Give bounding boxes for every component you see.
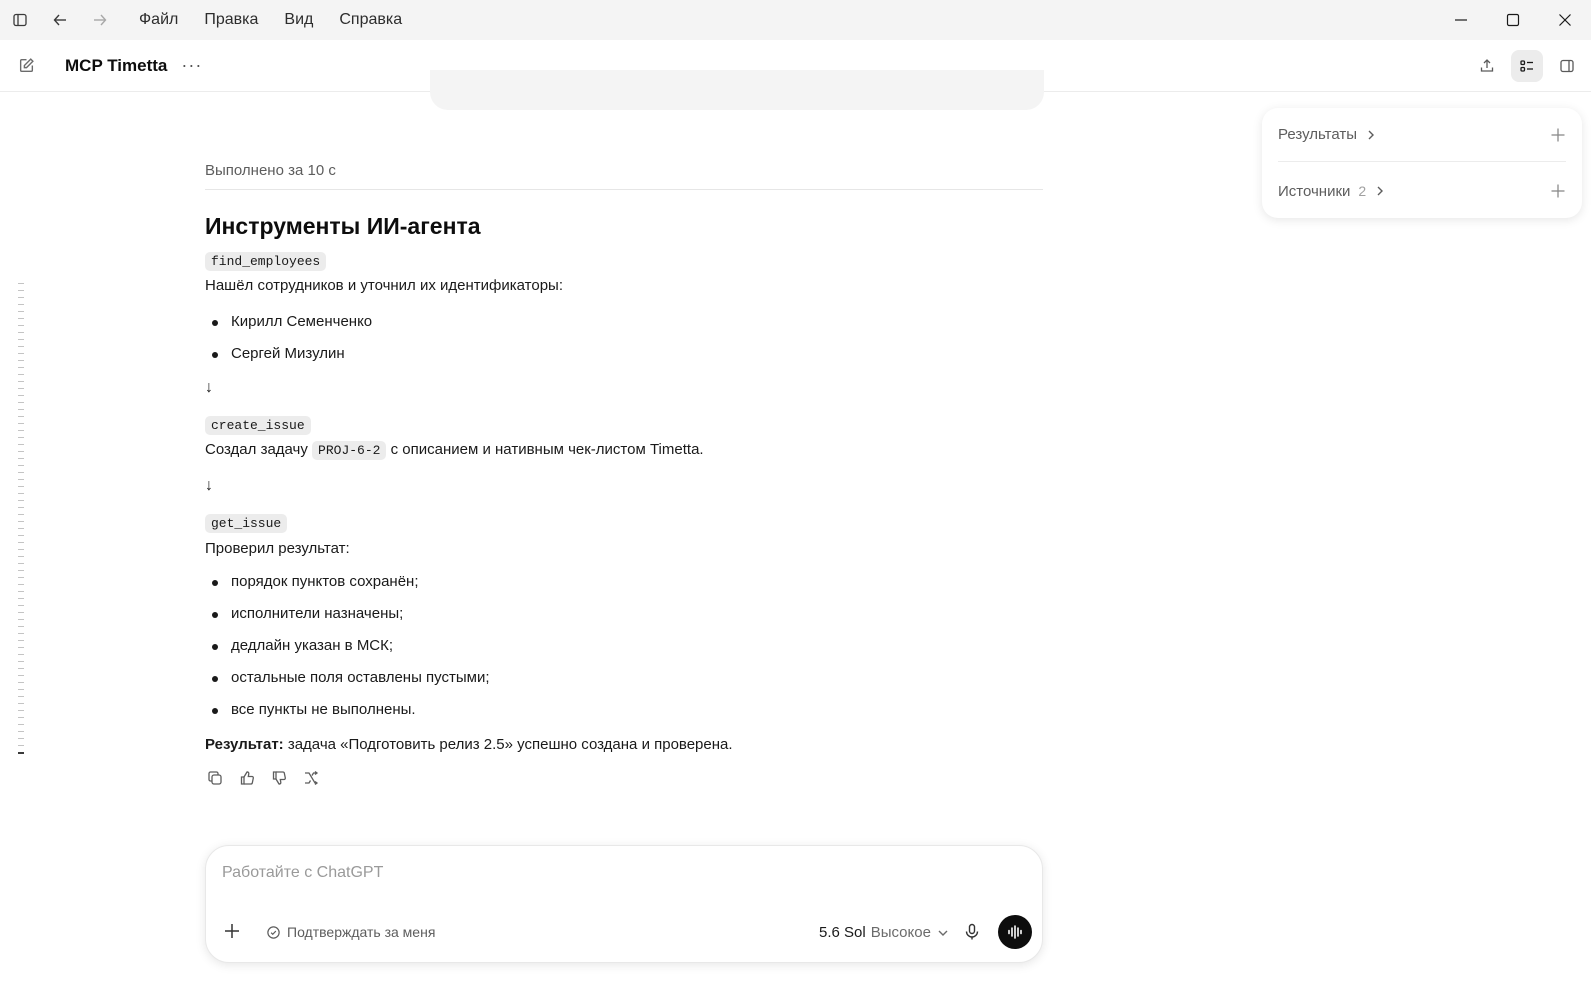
waveform-icon <box>1008 925 1022 939</box>
tool-create-issue: create_issue <box>205 416 311 435</box>
thumbs-down-icon[interactable] <box>269 768 289 788</box>
auto-approve-label: Подтверждать за меня <box>287 924 436 940</box>
result-paragraph: Результат: задача «Подготовить релиз 2.5… <box>205 736 733 753</box>
result-label: Результат: <box>205 736 284 753</box>
results-row[interactable]: Результаты <box>1278 108 1566 162</box>
minimize-icon[interactable] <box>1435 0 1487 40</box>
thumbs-up-icon[interactable] <box>237 768 257 788</box>
copy-icon[interactable] <box>205 768 225 788</box>
previous-message-bubble <box>430 70 1044 110</box>
outline-list-icon[interactable] <box>1511 50 1543 82</box>
list-item: Сергей Мизулин <box>212 345 345 362</box>
microphone-icon[interactable] <box>963 923 981 941</box>
message-actions <box>205 768 321 788</box>
conversation-scroll-ticks[interactable] <box>18 283 26 760</box>
tool-get-issue: get_issue <box>205 514 288 533</box>
message-heading: Инструменты ИИ-агента <box>205 213 481 239</box>
menu-view[interactable]: Вид <box>271 0 326 40</box>
add-plus-icon[interactable] <box>1550 183 1566 199</box>
results-sources-card: Результаты Источники 2 <box>1262 108 1582 218</box>
text: с описанием и нативным чек-листом Timett… <box>390 441 704 458</box>
header-actions <box>1471 40 1583 92</box>
model-name: 5.6 Sol <box>819 924 866 941</box>
back-arrow-icon[interactable] <box>40 0 80 40</box>
inline-code: get_issue <box>205 514 288 533</box>
menu-bar: Файл Правка Вид Справка <box>126 0 415 40</box>
reasoning-level: Высокое <box>870 924 931 941</box>
prompt-input[interactable] <box>222 864 922 882</box>
list-item: порядок пунктов сохранён; <box>212 573 419 590</box>
tool-find-employees: find_employees <box>205 252 327 271</box>
inline-code: PROJ-6-2 <box>312 441 387 460</box>
chevron-down-icon <box>938 930 948 936</box>
down-arrow: ↓ <box>205 379 213 396</box>
model-selector[interactable]: 5.6 Sol Высокое <box>819 924 949 941</box>
chat-title: MCP Timetta <box>65 55 168 75</box>
paragraph: Проверил результат: <box>205 540 350 557</box>
new-chat-edit-icon[interactable] <box>0 40 52 92</box>
inline-code: create_issue <box>205 416 311 435</box>
list-item: дедлайн указан в МСК; <box>211 637 394 654</box>
approve-shield-icon <box>267 925 280 939</box>
results-label: Результаты <box>1278 126 1357 143</box>
list-item: исполнители назначены; <box>211 605 404 622</box>
result-text: задача «Подготовить релиз 2.5» успешно с… <box>283 736 733 753</box>
close-icon[interactable] <box>1539 0 1591 40</box>
sidebar-toggle-icon[interactable] <box>0 0 40 40</box>
chevron-right-icon <box>1365 129 1377 141</box>
add-plus-icon[interactable] <box>1550 127 1566 143</box>
chevron-right-icon <box>1374 185 1386 197</box>
title-bar: Файл Правка Вид Справка <box>0 0 1591 40</box>
auto-approve-toggle[interactable]: Подтверждать за меня <box>266 924 435 940</box>
list-item: все пункты не выполнены. <box>212 701 416 718</box>
forward-arrow-icon[interactable] <box>80 0 120 40</box>
menu-file[interactable]: Файл <box>126 0 191 40</box>
more-options-icon[interactable]: ··· <box>181 55 202 76</box>
maximize-icon[interactable] <box>1487 0 1539 40</box>
paragraph: Создал задачу PROJ-6-2 с описанием и нат… <box>205 441 704 460</box>
sources-label: Источники <box>1278 182 1351 200</box>
branch-share-icon[interactable] <box>301 768 321 788</box>
message-composer: Подтверждать за меня 5.6 Sol Высокое <box>205 845 1043 963</box>
list-item: остальные поля оставлены пустыми; <box>212 669 490 686</box>
side-panel-icon[interactable] <box>1551 50 1583 82</box>
window-controls <box>1435 0 1591 40</box>
menu-help[interactable]: Справка <box>326 0 415 40</box>
down-arrow: ↓ <box>205 477 213 494</box>
paragraph: Нашёл сотрудников и уточнил их идентифик… <box>205 277 563 294</box>
thinking-duration[interactable]: Выполнено за 10 с <box>205 162 1043 190</box>
share-upload-icon[interactable] <box>1471 50 1503 82</box>
sources-row[interactable]: Источники 2 <box>1278 164 1566 218</box>
menu-edit[interactable]: Правка <box>191 0 271 40</box>
text: Создал задачу <box>205 441 308 458</box>
voice-mode-button[interactable] <box>998 915 1032 949</box>
inline-code: find_employees <box>205 252 327 271</box>
list-item: Кирилл Семенченко <box>211 313 373 330</box>
sources-count: 2 <box>1358 183 1367 199</box>
attach-plus-icon[interactable] <box>222 921 242 941</box>
